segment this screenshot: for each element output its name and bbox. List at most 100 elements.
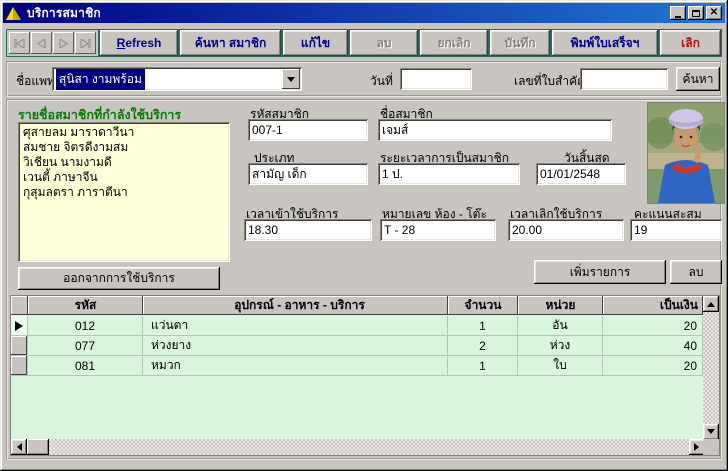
cell-amount: 20 xyxy=(603,316,703,336)
cell-qty: 1 xyxy=(448,356,518,376)
table-row[interactable]: 077 ห่วงยาง 2 ห่วง 40 xyxy=(11,336,703,356)
scroll-up-button[interactable] xyxy=(703,296,719,312)
minimize-button[interactable] xyxy=(670,6,686,20)
chevron-down-icon xyxy=(287,77,295,86)
list-item[interactable]: ศุสายลม มาราดาวีนา xyxy=(23,125,225,140)
points-input[interactable] xyxy=(630,219,722,241)
close-icon: ✕ xyxy=(710,8,718,18)
prev-record-icon xyxy=(37,39,46,48)
cell-code: 081 xyxy=(28,356,143,376)
date-input[interactable] xyxy=(400,68,472,90)
first-record-button[interactable] xyxy=(9,32,30,54)
doctor-selected-value: สุนิสา งามพร้อม xyxy=(56,69,145,90)
search-member-button[interactable]: ค้นหา สมาชิก xyxy=(179,29,282,57)
member-name-input[interactable] xyxy=(378,119,612,141)
leave-service-button[interactable]: ออกจากการใช้บริการ xyxy=(18,267,220,290)
cell-unit: ห่วง xyxy=(518,336,603,356)
last-record-button[interactable] xyxy=(75,32,96,54)
cell-item: แว่นตา xyxy=(143,316,448,336)
cell-unit: ใบ xyxy=(518,356,603,376)
date-label: วันที่ xyxy=(370,72,393,91)
prev-record-button[interactable] xyxy=(31,32,52,54)
table-row[interactable]: 081 หมวก 1 ใบ 20 xyxy=(11,356,703,376)
items-grid: รหัส อุปกรณ์ - อาหาร - บริการ จำนวน หน่ว… xyxy=(11,296,703,440)
scrollbar-corner xyxy=(703,439,719,455)
end-date-input[interactable] xyxy=(536,163,626,185)
cell-amount: 20 xyxy=(603,356,703,376)
scroll-right-icon xyxy=(694,443,703,451)
cell-code: 077 xyxy=(28,336,143,356)
save-button: บันทึก xyxy=(489,29,551,57)
refresh-button[interactable]: Refresh xyxy=(99,29,179,57)
doc-no-input[interactable] xyxy=(580,68,668,90)
member-code-input[interactable] xyxy=(248,119,368,141)
delete-item-button[interactable]: ลบ xyxy=(670,260,722,284)
scroll-down-button[interactable] xyxy=(703,424,719,440)
cell-code: 012 xyxy=(28,316,143,336)
refresh-label: Refresh xyxy=(117,36,162,50)
list-item[interactable]: สมชาย จิตรดีงามสม xyxy=(23,140,225,155)
list-item[interactable]: กุสุมลตรา ภาราตีนา xyxy=(23,185,225,200)
record-nav-group xyxy=(6,29,99,57)
table-header-row: รหัส อุปกรณ์ - อาหาร - บริการ จำนวน หน่ว… xyxy=(11,296,703,316)
cancel-button: ยกเลิก xyxy=(419,29,489,57)
minimize-icon xyxy=(675,16,681,18)
row-selector[interactable] xyxy=(11,356,28,376)
member-type-input[interactable] xyxy=(248,163,368,185)
maximize-button[interactable] xyxy=(688,6,704,20)
active-members-listbox[interactable]: ศุสายลม มาราดาวีนา สมชาย จิตรดีงามสม วิเ… xyxy=(18,122,230,262)
scroll-up-icon xyxy=(707,298,715,307)
time-in-input[interactable] xyxy=(244,219,372,241)
doctor-combobox[interactable]: สุนิสา งามพร้อม xyxy=(52,67,302,91)
window-title: บริการสมาชิก xyxy=(27,4,101,23)
add-item-button[interactable]: เพิ่มรายการ xyxy=(534,260,666,284)
row-selector[interactable] xyxy=(11,336,28,356)
list-item[interactable]: เวนตี้ ภาษาจีน xyxy=(23,170,225,185)
cell-item: ห่วงยาง xyxy=(143,336,448,356)
print-receipt-button[interactable]: พิมพ์ใบเสร็จฯ xyxy=(551,29,659,57)
scroll-down-icon xyxy=(707,429,715,438)
last-record-icon xyxy=(80,39,91,48)
close-button[interactable]: ✕ xyxy=(706,6,722,20)
find-button[interactable]: ค้นหา xyxy=(676,67,720,91)
membership-duration-input[interactable] xyxy=(378,163,520,185)
col-header-amount: เป็นเงิน xyxy=(603,296,703,315)
edit-button[interactable]: แก้ไข xyxy=(282,29,349,57)
scroll-left-button[interactable] xyxy=(11,439,27,455)
table-row[interactable]: 012 แว่นตา 1 อัน 20 xyxy=(11,316,703,336)
time-out-input[interactable] xyxy=(508,219,624,241)
cell-qty: 2 xyxy=(448,336,518,356)
first-record-icon xyxy=(14,39,25,48)
titlebar: บริการสมาชิก ✕ xyxy=(3,3,725,23)
cell-qty: 1 xyxy=(448,316,518,336)
horizontal-scrollbar[interactable] xyxy=(11,439,705,455)
cell-amount: 40 xyxy=(603,336,703,356)
scroll-left-icon xyxy=(13,443,22,451)
app-icon xyxy=(6,7,21,20)
col-header-unit: หน่วย xyxy=(518,296,603,315)
combo-dropdown-button[interactable] xyxy=(282,69,300,89)
current-row-marker-icon xyxy=(15,321,28,331)
cell-item: หมวก xyxy=(143,356,448,376)
doc-no-label: เลขที่ใบสำคัญ xyxy=(514,72,587,91)
quit-button[interactable]: เลิก xyxy=(659,29,722,57)
vertical-scrollbar[interactable] xyxy=(703,296,719,440)
horizontal-scroll-thumb[interactable] xyxy=(27,439,49,455)
toolbar: Refresh ค้นหา สมาชิก แก้ไข ลบ ยกเลิก บัน… xyxy=(6,27,722,59)
filter-panel: ชื่อแพทย์ สุนิสา งามพร้อม วันที่ เลขที่ใ… xyxy=(6,61,722,97)
delete-button: ลบ xyxy=(349,29,419,57)
maximize-icon xyxy=(692,10,700,17)
col-header-item: อุปกรณ์ - อาหาร - บริการ xyxy=(143,296,448,315)
current-row-selector[interactable] xyxy=(11,316,28,336)
app-window: บริการสมาชิก ✕ Refresh ค้นหา สมาชิก แก้ไ… xyxy=(0,0,728,471)
room-table-input[interactable] xyxy=(380,219,496,241)
cell-unit: อัน xyxy=(518,316,603,336)
main-panel: รายชื่อสมาชิกที่กำลังใช้บริการ ศุสายลม ม… xyxy=(6,99,722,460)
selector-header-cell xyxy=(11,296,28,315)
items-table: รหัส อุปกรณ์ - อาหาร - บริการ จำนวน หน่ว… xyxy=(10,295,720,456)
next-record-icon xyxy=(59,39,68,48)
col-header-code: รหัส xyxy=(28,296,143,315)
list-item[interactable]: วิเชียน นามงามดี xyxy=(23,155,225,170)
col-header-qty: จำนวน xyxy=(448,296,518,315)
next-record-button[interactable] xyxy=(53,32,74,54)
